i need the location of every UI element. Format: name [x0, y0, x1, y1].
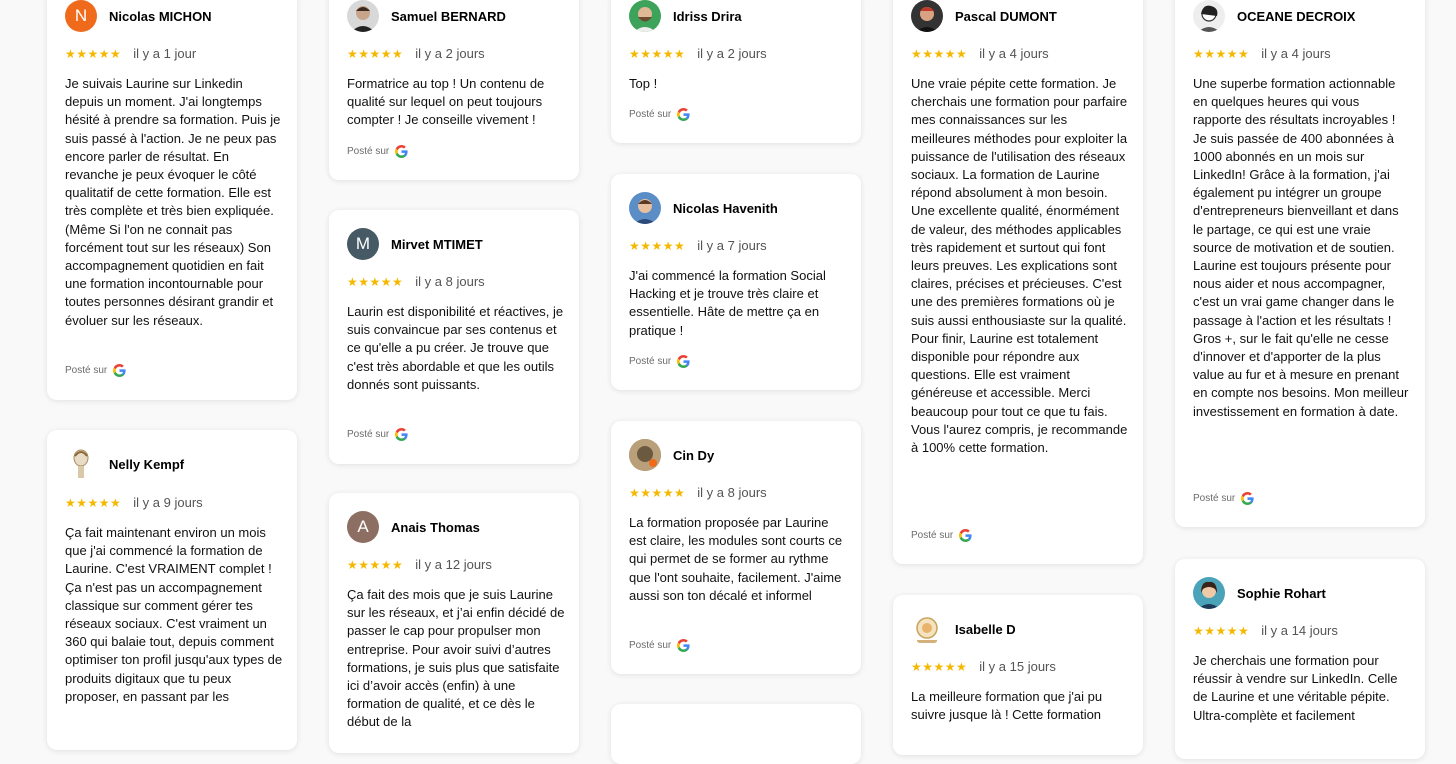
review-card: Idriss Drira ★★★★★ il y a 2 jours Top ! …: [611, 0, 861, 143]
avatar: [911, 0, 943, 32]
avatar: [1193, 577, 1225, 609]
reviewer-name: Isabelle D: [955, 621, 1016, 637]
star-rating: ★★★★★: [1193, 46, 1250, 61]
posted-on-label: Posté sur: [629, 109, 672, 120]
review-date: il y a 7 jours: [697, 238, 767, 253]
review-card: Samuel BERNARD ★★★★★ il y a 2 jours Form…: [329, 0, 579, 180]
review-text: Formatrice au top ! Un contenu de qualit…: [347, 76, 545, 128]
avatar: [629, 192, 661, 224]
review-card: Sophie Rohart ★★★★★ il y a 14 jours Je c…: [1175, 559, 1425, 759]
review-card: Nicolas Havenith ★★★★★ il y a 7 jours J'…: [611, 174, 861, 390]
posted-on-label: Posté sur: [1193, 493, 1236, 504]
avatar: [629, 0, 661, 32]
review-card: Pascal DUMONT ★★★★★ il y a 4 jours Une v…: [893, 0, 1143, 564]
review-text: Je cherchais une formation pour réussir …: [1193, 653, 1398, 723]
star-rating: ★★★★★: [1193, 623, 1250, 638]
avatar: [347, 0, 379, 32]
reviewer-name: Mirvet MTIMET: [391, 236, 483, 252]
review-date: il y a 2 jours: [415, 46, 485, 61]
google-icon[interactable]: [395, 428, 408, 441]
review-text: Laurin est disponibilité et réactives, j…: [347, 304, 564, 392]
review-text: Ça fait des mois que je suis Laurine sur…: [347, 587, 565, 730]
avatar: [629, 439, 661, 471]
review-text: Une superbe formation actionnable en que…: [1193, 76, 1409, 419]
review-date: il y a 15 jours: [979, 659, 1056, 674]
google-icon[interactable]: [677, 108, 690, 121]
review-date: il y a 14 jours: [1261, 623, 1338, 638]
review-date: il y a 1 jour: [133, 46, 197, 61]
star-rating: ★★★★★: [911, 659, 968, 674]
star-rating: ★★★★★: [347, 274, 404, 289]
posted-on-label: Posté sur: [347, 146, 390, 157]
google-icon[interactable]: [395, 145, 408, 158]
review-date: il y a 8 jours: [415, 274, 485, 289]
avatar: A: [347, 511, 379, 543]
posted-on-label: Posté sur: [911, 530, 954, 541]
google-icon[interactable]: [1241, 492, 1254, 505]
posted-on-label: Posté sur: [629, 640, 672, 651]
avatar: [911, 613, 943, 645]
reviewer-name: Pascal DUMONT: [955, 8, 1057, 24]
review-date: il y a 12 jours: [415, 557, 492, 572]
review-text: Top !: [629, 76, 658, 91]
star-rating: ★★★★★: [65, 46, 122, 61]
review-date: il y a 8 jours: [697, 485, 767, 500]
reviewer-name: Samuel BERNARD: [391, 8, 506, 24]
posted-on-label: Posté sur: [65, 365, 108, 376]
reviewer-name: Idriss Drira: [673, 8, 742, 24]
review-card: Isabelle D ★★★★★ il y a 15 jours La meil…: [893, 595, 1143, 755]
review-text: Je suivais Laurine sur Linkedin depuis u…: [65, 76, 281, 328]
review-text: J'ai commencé la formation Social Hackin…: [629, 268, 826, 338]
star-rating: ★★★★★: [911, 46, 968, 61]
review-card: N Nicolas MICHON ★★★★★ il y a 1 jour Je …: [47, 0, 297, 400]
reviewer-name: Nicolas Havenith: [673, 200, 778, 216]
review-text: Ça fait maintenant environ un mois que j…: [65, 525, 283, 704]
review-text: La formation proposée par Laurine est cl…: [629, 515, 843, 603]
google-icon[interactable]: [113, 364, 126, 377]
star-rating: ★★★★★: [629, 485, 686, 500]
reviewer-name: OCEANE DECROIX: [1237, 8, 1356, 24]
review-date: il y a 4 jours: [979, 46, 1049, 61]
review-card: [611, 704, 861, 764]
posted-on-label: Posté sur: [347, 429, 390, 440]
review-card: Cin Dy ★★★★★ il y a 8 jours La formation…: [611, 421, 861, 674]
star-rating: ★★★★★: [347, 557, 404, 572]
review-card: M Mirvet MTIMET ★★★★★ il y a 8 jours Lau…: [329, 210, 579, 464]
google-icon[interactable]: [677, 639, 690, 652]
review-date: il y a 4 jours: [1261, 46, 1331, 61]
star-rating: ★★★★★: [629, 238, 686, 253]
review-date: il y a 2 jours: [697, 46, 767, 61]
review-card: A Anais Thomas ★★★★★ il y a 12 jours Ça …: [329, 493, 579, 753]
star-rating: ★★★★★: [65, 495, 122, 510]
posted-on-label: Posté sur: [629, 356, 672, 367]
star-rating: ★★★★★: [629, 46, 686, 61]
review-card: OCEANE DECROIX ★★★★★ il y a 4 jours Une …: [1175, 0, 1425, 527]
avatar: [1193, 0, 1225, 32]
reviewer-name: Nelly Kempf: [109, 456, 185, 472]
review-text: Une vraie pépite cette formation. Je che…: [911, 76, 1128, 456]
reviewer-name: Nicolas MICHON: [109, 8, 212, 24]
reviewer-name: Cin Dy: [673, 447, 715, 463]
avatar: [65, 448, 97, 480]
reviewer-name: Anais Thomas: [391, 519, 480, 535]
star-rating: ★★★★★: [347, 46, 404, 61]
review-date: il y a 9 jours: [133, 495, 203, 510]
google-icon[interactable]: [959, 529, 972, 542]
review-card: Nelly Kempf ★★★★★ il y a 9 jours Ça fait…: [47, 430, 297, 750]
reviewer-name: Sophie Rohart: [1237, 585, 1326, 601]
review-text: La meilleure formation que j'ai pu suivr…: [911, 689, 1103, 723]
google-icon[interactable]: [677, 355, 690, 368]
avatar: M: [347, 228, 379, 260]
avatar: N: [65, 0, 97, 32]
